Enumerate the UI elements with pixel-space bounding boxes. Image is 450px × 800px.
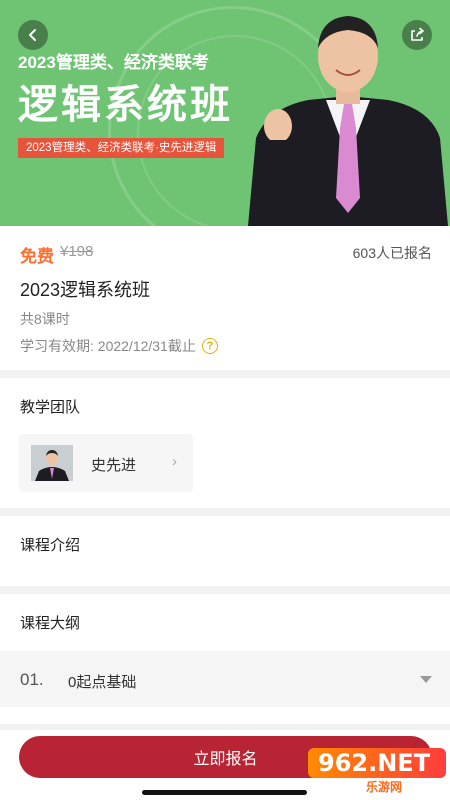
teacher-card[interactable]: 史先进 › [19,434,193,492]
course-detail-page: 2023管理类、经济类联考 逻辑系统班 2023管理类、经济类联考·史先进逻辑 … [0,0,450,800]
outline-item-label: 0起点基础 [68,674,137,691]
outline-item-number: 01. [20,670,44,689]
course-intro-section: 课程介绍 [0,516,450,586]
teacher-photo [248,16,448,226]
question-circle-icon[interactable]: ? [201,338,218,354]
site-watermark-text: 乐游网 [366,780,403,794]
course-banner: 2023管理类、经济类联考 逻辑系统班 2023管理类、经济类联考·史先进逻辑 [0,0,450,226]
back-button[interactable] [18,20,48,50]
original-price: ¥198 [60,243,94,260]
banner-subtitle: 2023管理类、经济类联考 [18,53,209,72]
lesson-count: 共8课时 [20,311,70,327]
teaching-team-section: 教学团队 史先进 › [0,378,450,508]
site-watermark-mark: 962.NET [308,748,446,778]
teaching-team-title: 教学团队 [20,399,81,416]
course-info-section: 免费 ¥198 603人已报名 2023逻辑系统班 共8课时 学习有效期: 20… [0,226,450,370]
validity-text: 学习有效期: 2022/12/31截止 [20,338,196,354]
teacher-name: 史先进 [91,457,137,474]
course-outline-section: 课程大纲 01. 0起点基础 [0,594,450,724]
caret-down-icon[interactable] [420,676,432,683]
back-arrow-icon [29,29,36,41]
course-title: 2023逻辑系统班 [20,280,151,300]
course-intro-title: 课程介绍 [20,537,81,554]
banner-tag: 2023管理类、经济类联考·史先进逻辑 [18,138,225,158]
enrolled-count: 603人已报名 [352,245,432,261]
price-free-label: 免费 [20,247,54,266]
validity-period: 学习有效期: 2022/12/31截止 ? [20,336,218,356]
site-watermark-logo: 962.NET 乐游网 [308,748,446,794]
course-outline-title: 课程大纲 [20,615,81,632]
outline-item[interactable]: 01. 0起点基础 [0,651,450,707]
chevron-right-icon: › [172,453,177,470]
banner-title: 逻辑系统班 [18,83,233,127]
home-indicator [142,790,307,795]
avatar [31,445,73,481]
